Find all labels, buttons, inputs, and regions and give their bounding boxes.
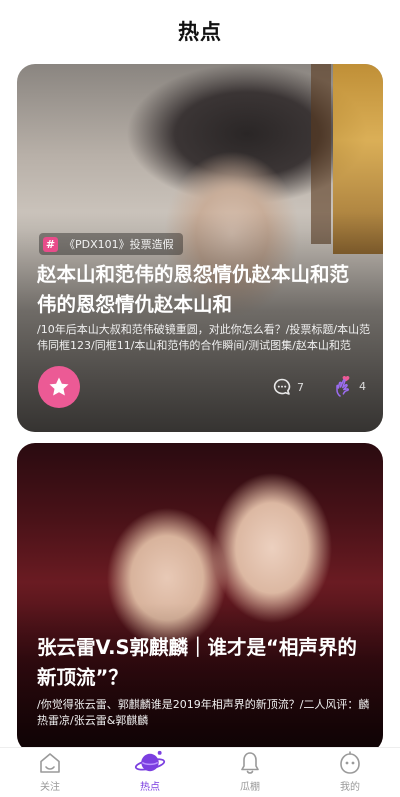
like-count: 4 [359, 379, 366, 393]
hashtag-icon: # [43, 236, 58, 252]
like-button[interactable]: 4 [333, 374, 366, 398]
home-icon [40, 753, 60, 773]
tab-melon-shed[interactable]: 瓜棚 [200, 748, 300, 797]
card-description: /你觉得张云雷、郭麒麟谁是2019年相声界的新顶流？/二人风评：麟热雷凉/张云雷… [37, 698, 370, 727]
card-title[interactable]: 赵本山和范伟的恩怨情仇赵本山和范伟的恩怨情仇赵本山和 [37, 260, 367, 320]
card-description: /10年后本山大叔和范伟破镜重圆，对此你怎么看？/投票标题/本山范伟同框123/… [37, 323, 371, 352]
tab-mine[interactable]: 我的 [300, 748, 400, 797]
tab-hot[interactable]: 热点 [100, 748, 200, 797]
tab-label: 瓜棚 [240, 782, 260, 793]
bell-icon [241, 752, 259, 774]
favorite-button[interactable] [38, 366, 80, 408]
bottom-tab-bar: 关注 热点 瓜棚 我的 [0, 747, 400, 797]
topic-tag[interactable]: # 《PDX101》投票造假 [39, 233, 183, 255]
page-header: 热点 [0, 0, 400, 62]
topic-tag-label: 《PDX101》投票造假 [64, 238, 174, 251]
face-icon [340, 751, 360, 774]
comment-button[interactable]: 7 [272, 377, 304, 397]
hot-card[interactable]: # 《PDX101》投票造假 赵本山和范伟的恩怨情仇赵本山和范伟的恩怨情仇赵本山… [17, 64, 383, 432]
tab-label: 热点 [140, 782, 160, 793]
tab-follow[interactable]: 关注 [0, 748, 100, 797]
star-icon [49, 377, 69, 396]
planet-icon [134, 750, 166, 772]
comment-count: 7 [297, 380, 304, 394]
tab-label: 关注 [40, 782, 60, 793]
card-title[interactable]: 张云雷V.S郭麒麟｜谁才是“相声界的新顶流”？ [37, 633, 367, 693]
tab-label: 我的 [340, 782, 360, 793]
finger-heart-icon [336, 375, 350, 397]
page-title: 热点 [178, 20, 222, 44]
hot-card[interactable]: 张云雷V.S郭麒麟｜谁才是“相声界的新顶流”？ /你觉得张云雷、郭麒麟谁是201… [17, 443, 383, 753]
comment-icon [273, 378, 291, 395]
